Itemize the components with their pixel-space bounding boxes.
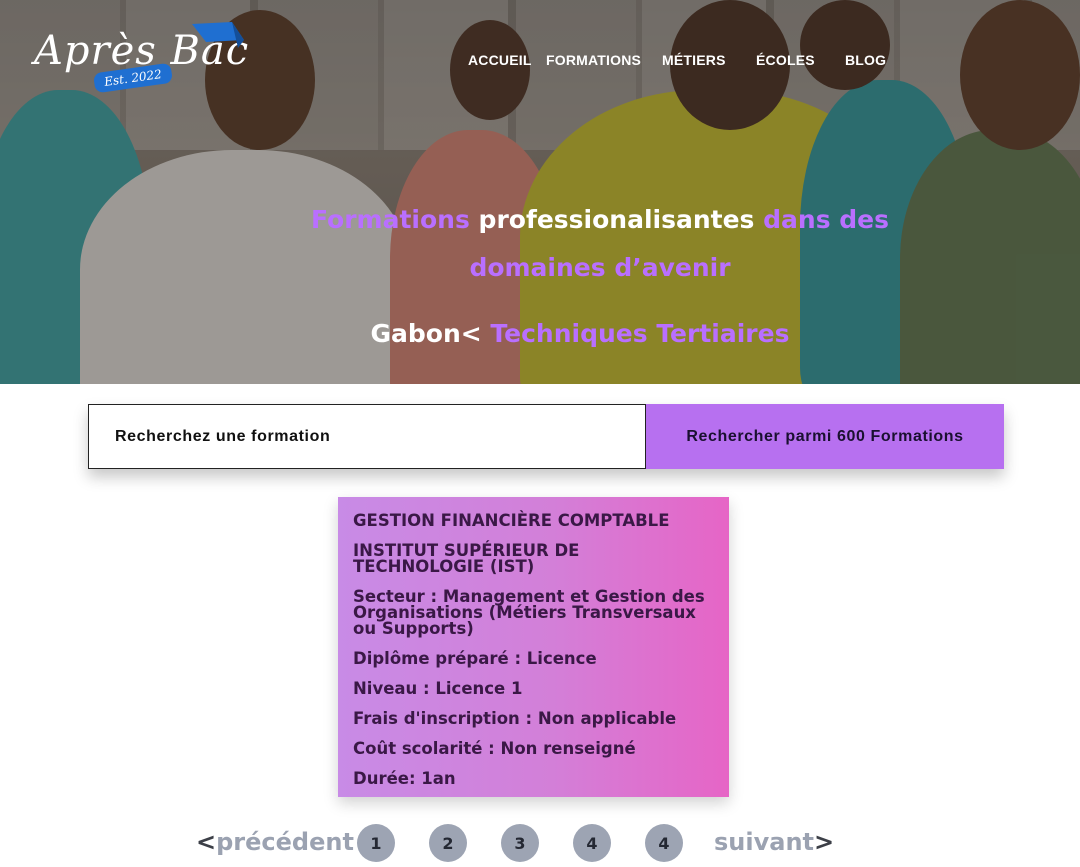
previous-page-link[interactable]: <précédent [196, 828, 354, 856]
hero-subtitle: Gabon< Techniques Tertiaires [180, 314, 980, 354]
hero-title-part: Formations [310, 205, 470, 234]
nav-item-blog[interactable]: BLOG [845, 52, 886, 72]
page-button[interactable]: 3 [501, 824, 539, 862]
graduation-cap-icon [192, 22, 244, 48]
formation-card[interactable]: GESTION FINANCIÈRE COMPTABLE INSTITUT SU… [338, 497, 729, 797]
nav-item-accueil[interactable]: ACCUEIL [468, 52, 532, 72]
next-page-link[interactable]: suivant> [714, 828, 834, 856]
previous-label: précédent [216, 828, 354, 856]
hero-title-part: professionalisantes [469, 205, 755, 234]
formation-frais: Frais d'inscription : Non applicable [353, 709, 677, 728]
pagination: <précédent 1 2 3 4 4 suivant> [0, 824, 1080, 864]
chevron-right-icon: > [814, 828, 835, 856]
site-logo[interactable]: Après Bac Est. 2022 [32, 22, 248, 97]
formation-school: INSTITUT SUPÉRIEUR DE TECHNOLOGIE (IST) [353, 541, 580, 576]
formation-cout: Coût scolarité : Non renseigné [353, 739, 636, 758]
formation-niveau: Niveau : Licence 1 [353, 679, 523, 698]
hero-subtitle-domain: Techniques Tertiaires [481, 319, 790, 348]
formation-duree: Durée: 1an [353, 769, 456, 788]
formation-diplome: Diplôme préparé : Licence [353, 649, 597, 668]
hero-subtitle-country: Gabon< [370, 319, 482, 348]
formation-title: GESTION FINANCIÈRE COMPTABLE [353, 511, 670, 530]
page-button[interactable]: 4 [645, 824, 683, 862]
formation-secteur: Secteur : Management et Gestion des Orga… [353, 587, 705, 638]
search-bar: Recherchez une formation Rechercher parm… [88, 404, 1004, 469]
search-button[interactable]: Rechercher parmi 600 Formations [646, 404, 1004, 469]
nav-item-metiers[interactable]: MÉTIERS [662, 52, 726, 72]
hero-title-part: dans des [754, 205, 890, 234]
page-button[interactable]: 4 [573, 824, 611, 862]
next-label: suivant [714, 828, 814, 856]
hero-title: Formations professionalisantes dans des … [180, 196, 1020, 292]
hero-banner: Après Bac Est. 2022 ACCUEIL FORMATIONS M… [0, 0, 1080, 384]
page-button[interactable]: 2 [429, 824, 467, 862]
chevron-left-icon: < [196, 828, 217, 856]
nav-item-ecoles[interactable]: ÉCOLES [756, 52, 815, 72]
page-button[interactable]: 1 [357, 824, 395, 862]
search-input[interactable]: Recherchez une formation [88, 404, 646, 469]
hero-title-part: domaines d’avenir [469, 253, 731, 282]
nav-item-formations[interactable]: FORMATIONS [546, 52, 641, 72]
